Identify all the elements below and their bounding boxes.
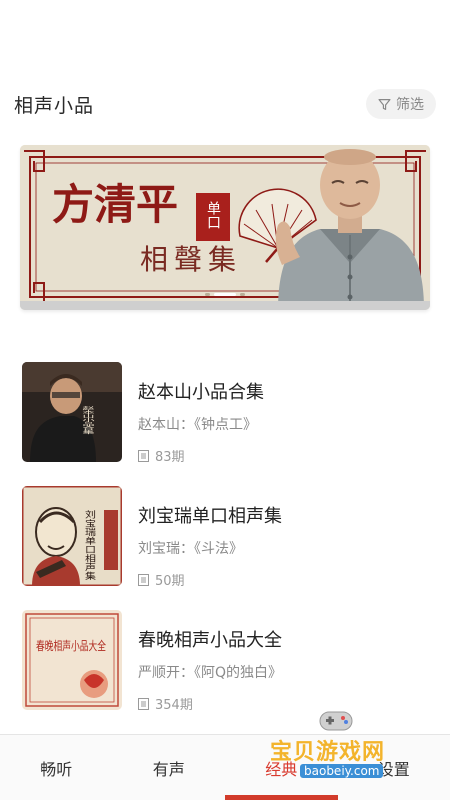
list-item[interactable]: 刘宝瑞单口相声集 刘宝瑞单口相声集 刘宝瑞：《斗法》 50期 [22,486,436,610]
album-subtitle: 严顺开：《阿Q的独白》 [138,665,283,681]
carousel-dot-active[interactable] [214,293,236,296]
episode-count-text: 50期 [155,574,185,589]
cover-caption: 赵本山小品合集 [81,406,95,434]
carousel-dot[interactable] [205,293,210,296]
episode-count: 354期 [138,694,282,713]
svg-text:赵本山小品合集: 赵本山小品合集 [81,406,95,434]
album-cover: 刘宝瑞单口相声集 [22,486,122,586]
section-header: 相声小品 筛选 [14,86,436,122]
album-title: 赵本山小品合集 [138,382,264,403]
album-title: 刘宝瑞单口相声集 [138,506,282,527]
carousel-dot[interactable] [240,293,245,296]
episode-count: 50期 [138,570,282,589]
svg-text:春晚相声小品大全: 春晚相声小品大全 [36,638,106,653]
watermark-text: 宝贝游戏网 [270,740,386,765]
album-cover: 春晚相声小品大全 [22,610,122,710]
album-subtitle: 赵本山：《钟点工》 [138,417,257,433]
list-item[interactable]: 赵本山小品合集 赵本山小品合集 赵本山：《钟点工》 83期 [22,362,436,486]
cover-caption: 刘宝瑞单口相声集 [84,510,97,580]
page-title: 相声小品 [14,94,95,117]
episode-count: 83期 [138,446,264,465]
banner-stamp: 单口 [205,201,221,229]
album-cover: 赵本山小品合集 [22,362,122,462]
list-icon [138,573,149,586]
banner-subtitle: 相聲集 [140,243,242,276]
album-title: 春晚相声小品大全 [138,630,282,651]
banner-text-layer: 方清平 单口 相聲集 [52,180,242,276]
cover-caption: 春晚相声小品大全 [36,638,106,653]
album-list: 赵本山小品合集 赵本山小品合集 赵本山：《钟点工》 83期 刘宝瑞单口相声集 刘… [22,362,436,734]
album-subtitle: 刘宝瑞：《斗法》 [138,541,243,557]
filter-icon [378,98,391,110]
filter-button[interactable]: 筛选 [366,89,436,119]
list-icon [138,449,149,462]
filter-label: 筛选 [396,97,424,113]
banner-shadow [20,301,430,310]
carousel-indicator [20,293,430,296]
tab-audio[interactable]: 有声 [113,735,226,800]
site-watermark: 宝贝游戏网 baobeiy.com [270,706,420,786]
episode-count-text: 354期 [155,698,193,713]
featured-banner[interactable]: 方清平 单口 相聲集 [20,145,430,310]
tab-listen[interactable]: 畅听 [0,735,113,800]
svg-text:刘宝瑞单口相声集: 刘宝瑞单口相声集 [84,510,97,580]
list-icon [138,697,149,710]
episode-count-text: 83期 [155,450,185,465]
watermark-url: baobeiy.com [300,764,384,778]
gamepad-icon [319,711,353,731]
banner-heading: 方清平 [52,180,178,229]
